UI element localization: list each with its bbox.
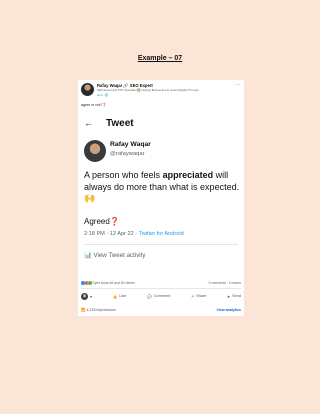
author-avatar[interactable] [81, 83, 94, 96]
reactions-summary[interactable]: Syed Anas Ali and 60 others [81, 281, 135, 285]
send-icon: ➤ [226, 294, 231, 299]
post-caption: agree or not?❓ [81, 103, 107, 107]
comments-shares-count[interactable]: 9 comments · 4 shares [209, 281, 241, 285]
chevron-down-icon: ▾ [90, 294, 92, 299]
celebrate-reaction-icon [88, 281, 92, 285]
tweet-agreed: Agreed❓ [84, 217, 120, 226]
tweet-author-handle: @rafaywaqar [110, 151, 145, 157]
post-footer: 📶 4,218 impressions View analytics [81, 307, 241, 315]
tweet-avatar [84, 140, 106, 162]
actions-divider [81, 288, 241, 289]
send-button[interactable]: ➤ Send [227, 294, 241, 299]
tweet-activity: 📊 View Tweet activity [84, 252, 146, 259]
activity-icon: 📊 [84, 252, 92, 259]
like-reaction-icon [81, 281, 85, 285]
comment-button[interactable]: 💬 Comment [147, 294, 170, 299]
tweet-author-name: Rafay Waqar [110, 141, 151, 148]
post-header: Rafay Waqar 🔗 SEO Expert SEO Expert and … [81, 82, 241, 101]
tweet-header-title: Tweet [106, 118, 134, 129]
impressions: 📶 4,218 impressions [81, 308, 116, 312]
thumb-up-icon: 👍 [112, 294, 118, 299]
share-button[interactable]: ↗ Share [191, 294, 206, 299]
tweet-meta: 2:18 PM · 12 Apr 22 · Twitter for Androi… [84, 231, 184, 237]
post-actions: ▾ 👍 Like 💬 Comment ↗ Share ➤ Send [81, 291, 241, 301]
my-avatar [81, 292, 88, 300]
bar-chart-icon: 📶 [81, 308, 86, 312]
back-arrow-icon: ← [84, 118, 93, 128]
comment-icon: 💬 [146, 294, 152, 299]
tweet-divider [84, 244, 238, 245]
more-options-icon[interactable]: ··· [235, 82, 241, 88]
tweet-text: A person who feels appreciated will alwa… [84, 170, 240, 203]
like-button[interactable]: 👍 Like [113, 294, 127, 299]
post-time: 1mo · 🌐 [97, 92, 109, 97]
view-analytics-link[interactable]: View analytics [216, 308, 241, 312]
linkedin-post-card: Rafay Waqar 🔗 SEO Expert SEO Expert and … [78, 80, 244, 316]
tweet-screenshot: ← Tweet Rafay Waqar @rafaywaqar A person… [78, 110, 244, 278]
page-heading: Example – 07 [137, 55, 183, 62]
author-headline: SEO Expert and PPC Specialist ✅ Helping … [97, 88, 201, 92]
share-icon: ↗ [190, 294, 195, 299]
reaction-avatar-toggle[interactable]: ▾ [81, 292, 92, 300]
